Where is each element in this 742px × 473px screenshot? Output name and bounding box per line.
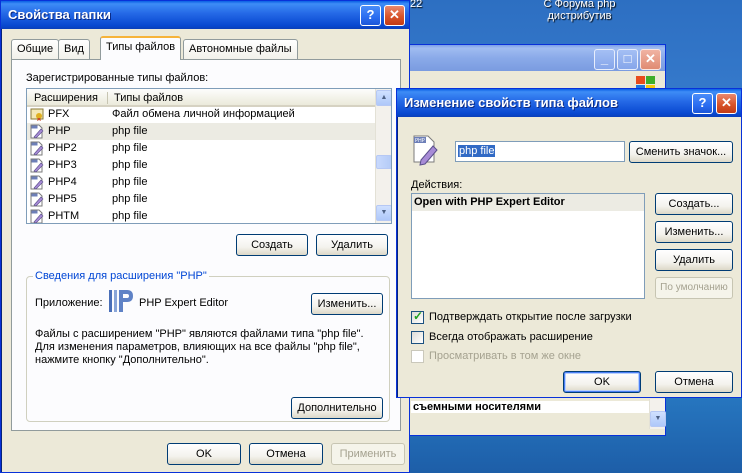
php-file-icon: PHP [411, 134, 439, 166]
details-group: Сведения для расширения "PHP" Приложение… [26, 270, 390, 422]
list-scrollbar[interactable]: ▲ ▼ [375, 89, 391, 223]
close-button[interactable]: ✕ [384, 5, 405, 26]
application-name: PHP Expert Editor [139, 297, 229, 309]
row-extension: PHP [48, 125, 71, 137]
folder-options-window: Свойства папки ? ✕ Общие Вид Типы файлов… [0, 0, 410, 473]
browse-same-window-checkbox[interactable] [411, 350, 424, 363]
row-file-type: php file [112, 125, 148, 137]
minimize-button[interactable]: _ [594, 49, 615, 70]
tab-view[interactable]: Вид [58, 39, 90, 59]
delete-button[interactable]: Удалить [316, 234, 388, 256]
file-type-name-input[interactable]: php file [455, 141, 625, 162]
table-row[interactable]: PHP3 php file [27, 157, 375, 174]
table-row[interactable]: PHP5 php file [27, 191, 375, 208]
advanced-button[interactable]: Дополнительно [291, 397, 383, 419]
row-file-type: Файл обмена личной информацией [112, 108, 295, 120]
scroll-down-arrow[interactable]: ▼ [650, 411, 666, 427]
cancel-button[interactable]: Отмена [249, 443, 323, 465]
window-title: Изменение свойств типа файлов [404, 95, 618, 110]
selected-text: php file [458, 145, 496, 157]
folder-options-titlebar: Свойства папки [1, 1, 409, 29]
file-types-rows: PFX Файл обмена личной информацией PHP php … [27, 106, 375, 223]
action-item[interactable]: Open with PHP Expert Editor [412, 194, 644, 211]
scroll-up-arrow[interactable]: ▲ [376, 90, 391, 106]
details-description: Файлы с расширением "PHP" являются файла… [35, 328, 364, 366]
php-file-icon [30, 141, 44, 156]
background-window-text: съемными носителями [411, 401, 651, 413]
table-row[interactable]: PFX Файл обмена личной информацией [27, 106, 375, 123]
create-action-button[interactable]: Создать... [655, 193, 733, 215]
desktop-clock-fragment: 22 [410, 0, 423, 10]
details-group-title: Сведения для расширения "PHP" [33, 270, 209, 282]
column-divider [107, 92, 108, 104]
table-row[interactable]: PHP4 php file [27, 174, 375, 191]
edit-file-type-titlebar: Изменение свойств типа файлов [397, 89, 741, 117]
tab-offline-files[interactable]: Автономные файлы [183, 39, 298, 59]
action-label: Open with PHP Expert Editor [414, 196, 565, 208]
table-row[interactable]: PHP2 php file [27, 140, 375, 157]
window-title: Свойства папки [8, 7, 111, 22]
row-file-type: php file [112, 159, 148, 171]
list-header: Расширения Типы файлов [27, 89, 375, 107]
row-extension: PHP4 [48, 176, 77, 188]
desktop-shortcut-label[interactable]: С Форума php дистрибутив [532, 0, 627, 22]
php-file-icon [30, 192, 44, 207]
row-extension: PHP3 [48, 159, 77, 171]
svg-text:PHP: PHP [415, 138, 425, 144]
row-extension: PFX [48, 108, 70, 120]
tab-general[interactable]: Общие [11, 39, 60, 59]
change-icon-button[interactable]: Сменить значок... [629, 141, 733, 163]
delete-action-button[interactable]: Удалить [655, 249, 733, 271]
change-application-button[interactable]: Изменить... [311, 293, 383, 315]
actions-label: Действия: [411, 179, 463, 191]
scroll-thumb[interactable] [376, 155, 391, 169]
confirm-open-label[interactable]: Подтверждать открытие после загрузки [429, 311, 632, 323]
ok-button[interactable]: OK [563, 371, 641, 393]
row-extension: PHP2 [48, 142, 77, 154]
row-file-type: php file [112, 193, 148, 205]
help-button[interactable]: ? [692, 93, 713, 114]
set-default-button[interactable]: По умолчанию [655, 277, 733, 299]
row-extension: PHTM [48, 210, 80, 222]
maximize-button[interactable]: □ [617, 49, 638, 70]
close-button[interactable]: ✕ [716, 93, 737, 114]
table-row[interactable]: PHTM php file [27, 208, 375, 223]
column-file-type[interactable]: Типы файлов [114, 92, 183, 104]
always-show-extension-label[interactable]: Всегда отображать расширение [429, 331, 593, 343]
certificate-icon [30, 107, 44, 122]
create-button[interactable]: Создать [236, 234, 308, 256]
row-file-type: php file [112, 210, 148, 222]
scroll-down-arrow[interactable]: ▼ [376, 205, 391, 221]
tab-file-types[interactable]: Типы файлов [100, 36, 182, 60]
php-file-icon [30, 175, 44, 190]
actions-list[interactable]: Open with PHP Expert Editor [411, 193, 645, 299]
close-button[interactable]: ✕ [640, 49, 661, 70]
row-file-type: php file [112, 176, 148, 188]
registered-types-label: Зарегистрированные типы файлов: [26, 72, 209, 84]
always-show-extension-checkbox[interactable] [411, 331, 424, 344]
application-label: Приложение: [35, 297, 103, 309]
row-file-type: php file [112, 142, 148, 154]
confirm-open-checkbox[interactable] [411, 309, 424, 324]
php-file-icon [30, 158, 44, 173]
edit-action-button[interactable]: Изменить... [655, 221, 733, 243]
php-editor-icon [107, 286, 137, 316]
apply-button[interactable]: Применить [331, 443, 405, 465]
column-extension[interactable]: Расширения [34, 92, 98, 104]
background-window-scrollbar[interactable]: ▼ [649, 399, 666, 429]
edit-file-type-window: Изменение свойств типа файлов ? ✕ PHP ph… [396, 88, 742, 398]
file-types-panel: Зарегистрированные типы файлов: Расширен… [11, 59, 401, 431]
browse-same-window-label: Просматривать в том же окне [429, 350, 582, 362]
row-extension: PHP5 [48, 193, 77, 205]
ok-button[interactable]: OK [167, 443, 241, 465]
file-types-list[interactable]: Расширения Типы файлов PFX Файл обмена ли… [26, 88, 392, 224]
php-file-icon [30, 124, 44, 139]
php-file-icon [30, 209, 44, 223]
table-row[interactable]: PHP php file [27, 123, 375, 140]
cancel-button[interactable]: Отмена [655, 371, 733, 393]
help-button[interactable]: ? [360, 5, 381, 26]
